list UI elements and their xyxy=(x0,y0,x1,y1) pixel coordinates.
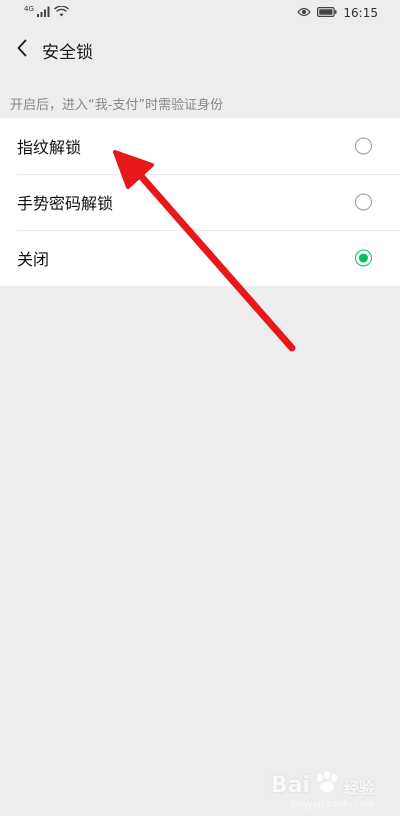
back-button[interactable] xyxy=(2,26,42,74)
option-gesture-password-unlock[interactable]: 手势密码解锁 xyxy=(0,174,400,230)
battery-icon xyxy=(317,6,337,20)
paw-icon xyxy=(314,770,340,798)
radio-button[interactable] xyxy=(355,193,372,211)
watermark-main: Bai xyxy=(270,773,310,798)
wifi-icon xyxy=(53,5,69,20)
watermark-url: jingyan.baidu.com xyxy=(290,800,374,810)
chevron-left-icon xyxy=(16,39,28,61)
nav-bar: 安全锁 xyxy=(0,26,400,74)
status-bar: 4G 16:15 xyxy=(0,0,400,26)
watermark-sub: 经验 xyxy=(343,779,374,797)
clock: 16:15 xyxy=(343,6,378,20)
option-label: 指纹解锁 xyxy=(17,138,82,157)
option-off[interactable]: 关闭 xyxy=(0,230,400,286)
status-left: 4G xyxy=(24,5,69,20)
option-fingerprint-unlock[interactable]: 指纹解锁 xyxy=(0,118,400,174)
network-label: 4G xyxy=(24,5,34,13)
page-title: 安全锁 xyxy=(42,42,93,63)
radio-button[interactable] xyxy=(355,137,372,155)
radio-button-selected[interactable] xyxy=(355,249,372,267)
lock-options-list: 指纹解锁 手势密码解锁 关闭 xyxy=(0,118,400,286)
eye-icon xyxy=(297,6,312,20)
baidu-watermark: Bai 经验 jingyan.baidu.com xyxy=(270,770,374,810)
option-label: 关闭 xyxy=(17,250,50,269)
option-label: 手势密码解锁 xyxy=(17,194,114,213)
screen: 4G 16:15 安全锁 开启后，进入“我-支付”时需验证身份 指纹解锁 手势密… xyxy=(0,0,400,816)
hint-text: 开启后，进入“我-支付”时需验证身份 xyxy=(10,98,224,113)
status-right: 16:15 xyxy=(297,6,378,20)
signal-icon xyxy=(36,6,51,20)
